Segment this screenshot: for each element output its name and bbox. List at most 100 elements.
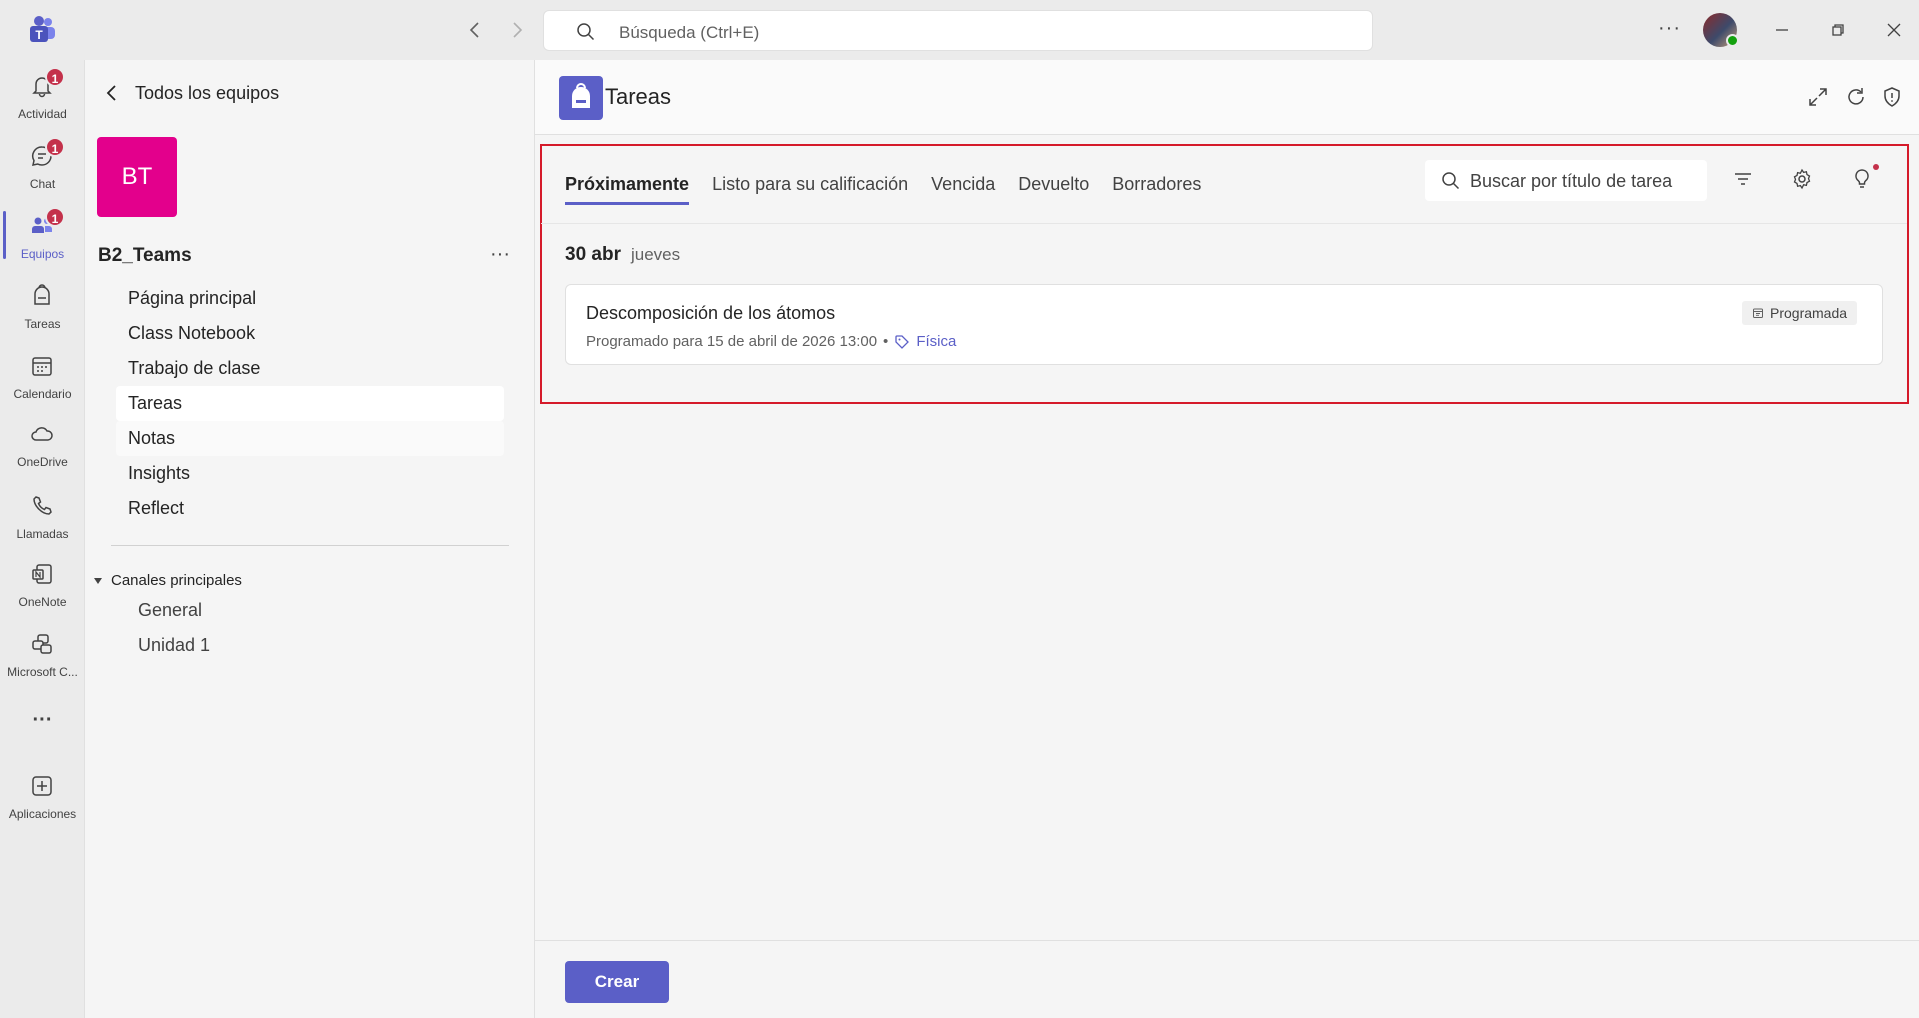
task-search-placeholder: Buscar por título de tarea [1470,171,1673,191]
rail-item-equipos[interactable]: 1 Equipos [0,205,85,271]
team-nav: Página principal Class Notebook Trabajo … [116,281,504,526]
calendar-icon [32,357,52,376]
date-group-header: 30 abr jueves [565,244,680,266]
status-label: Programada [1770,305,1848,321]
back-arrow-icon[interactable] [463,18,487,42]
create-button[interactable]: Crear [565,961,669,1003]
shield-icon[interactable] [1880,85,1904,109]
team-panel: Todos los equipos BT B2_Teams ··· Página… [85,60,535,1018]
presence-available-icon [1726,34,1739,47]
tabs-separator [541,223,1907,224]
channels-header[interactable]: Canales principales [93,572,242,589]
back-to-all-teams[interactable]: Todos los equipos [105,81,279,105]
team-more-options-icon[interactable]: ··· [490,243,510,266]
rail-label: OneNote [18,595,67,609]
rail-item-actividad[interactable]: 1 Actividad [0,65,85,131]
rail-item-tareas[interactable]: Tareas [0,275,85,341]
teams-badge: 1 [45,207,65,227]
assignment-tag[interactable]: Física [916,333,956,350]
tab-borradores[interactable]: Borradores [1112,169,1201,205]
caret-down-icon [94,577,102,584]
status-badge: Programada [1742,301,1858,325]
tab-vencida[interactable]: Vencida [931,169,995,205]
close-icon[interactable] [1882,18,1906,42]
title-bar: T Búsqueda (Ctrl+E) ··· [0,0,1919,60]
assignment-tabs: Próximamente Listo para su calificación … [565,169,1201,205]
rail-item-microsoft-copilot[interactable]: Microsoft C... [0,623,85,689]
rail-item-more[interactable]: ··· [0,703,85,743]
lightbulb-icon[interactable] [1850,167,1874,191]
rail-label: Llamadas [16,527,69,541]
date-label: 30 abr [565,244,621,265]
channels-header-label: Canales principales [111,572,242,589]
main-content: Tareas Próximamente Listo para su califi… [535,60,1919,1018]
settings-gear-icon[interactable] [1790,167,1814,191]
filter-icon[interactable] [1731,167,1755,191]
chevron-left-icon [106,85,116,101]
footer-bar: Crear [535,940,1919,1018]
search-icon [1442,172,1460,190]
back-label: Todos los equipos [135,82,280,103]
chat-badge: 1 [45,137,65,157]
refresh-icon[interactable] [1844,85,1868,109]
rail-label: Tareas [24,317,61,331]
task-search-input[interactable]: Buscar por título de tarea [1425,160,1707,201]
meta-bullet: • [883,333,889,350]
search-icon [577,23,595,41]
team-nav-trabajo-de-clase[interactable]: Trabajo de clase [116,351,504,386]
assignment-title: Descomposición de los átomos [586,303,836,323]
team-nav-pagina-principal[interactable]: Página principal [116,281,504,316]
search-placeholder: Búsqueda (Ctrl+E) [619,23,760,42]
tab-devuelto[interactable]: Devuelto [1018,169,1089,205]
calendar-small-icon [1753,308,1763,318]
app-rail: 1 Actividad 1 Chat 1 Equipos Tareas Cale… [0,60,85,1018]
global-search[interactable]: Búsqueda (Ctrl+E) [543,10,1373,51]
tab-proximamente[interactable]: Próximamente [565,169,690,205]
app-header: Tareas [535,60,1919,135]
channel-unidad-1[interactable]: Unidad 1 [138,635,210,656]
rail-item-onenote[interactable]: OneNote [0,553,85,619]
team-nav-reflect[interactable]: Reflect [116,491,504,526]
rail-label: Actividad [18,107,67,121]
rail-item-aplicaciones[interactable]: Aplicaciones [0,765,85,831]
channel-general[interactable]: General [138,600,202,621]
team-avatar: BT [97,137,177,217]
teams-logo-icon[interactable]: T [26,14,58,46]
more-options-icon[interactable]: ··· [1658,17,1681,40]
copilot-icon [32,634,52,654]
panel-divider [111,545,509,546]
expand-icon[interactable] [1806,85,1830,109]
backpack-icon [34,284,50,305]
rail-item-llamadas[interactable]: Llamadas [0,485,85,551]
assignment-meta: Programado para 15 de abril de 2026 13:0… [586,333,956,350]
app-title: Tareas [605,84,672,109]
rail-label: Aplicaciones [8,807,77,821]
rail-label: Equipos [20,247,65,261]
rail-label: OneDrive [17,455,68,469]
forward-arrow-icon[interactable] [505,18,529,42]
tag-icon [895,334,910,349]
rail-item-calendario[interactable]: Calendario [0,345,85,411]
rail-label: Chat [29,177,56,191]
backpack-icon [572,83,590,108]
team-nav-class-notebook[interactable]: Class Notebook [116,316,504,351]
svg-text:T: T [35,28,43,42]
scheduled-text: Programado para 15 de abril de 2026 13:0… [586,333,878,350]
team-name[interactable]: B2_Teams [98,245,192,267]
rail-item-onedrive[interactable]: OneDrive [0,413,85,479]
team-nav-insights[interactable]: Insights [116,456,504,491]
team-nav-tareas[interactable]: Tareas [116,386,504,421]
minimize-icon[interactable] [1770,18,1794,42]
team-nav-notas[interactable]: Notas [116,421,504,456]
restore-icon[interactable] [1826,18,1850,42]
assignments-app-icon [559,76,603,120]
tab-listo-para-calificacion[interactable]: Listo para su calificación [712,169,908,205]
assignment-card[interactable]: Descomposición de los átomos Programado … [565,284,1883,365]
notification-dot [1873,164,1879,170]
activity-badge: 1 [45,67,65,87]
phone-icon [33,496,52,515]
rail-item-chat[interactable]: 1 Chat [0,135,85,201]
apps-add-icon [32,776,52,796]
onenote-icon [32,564,52,584]
rail-label: Microsoft C... [7,665,78,679]
